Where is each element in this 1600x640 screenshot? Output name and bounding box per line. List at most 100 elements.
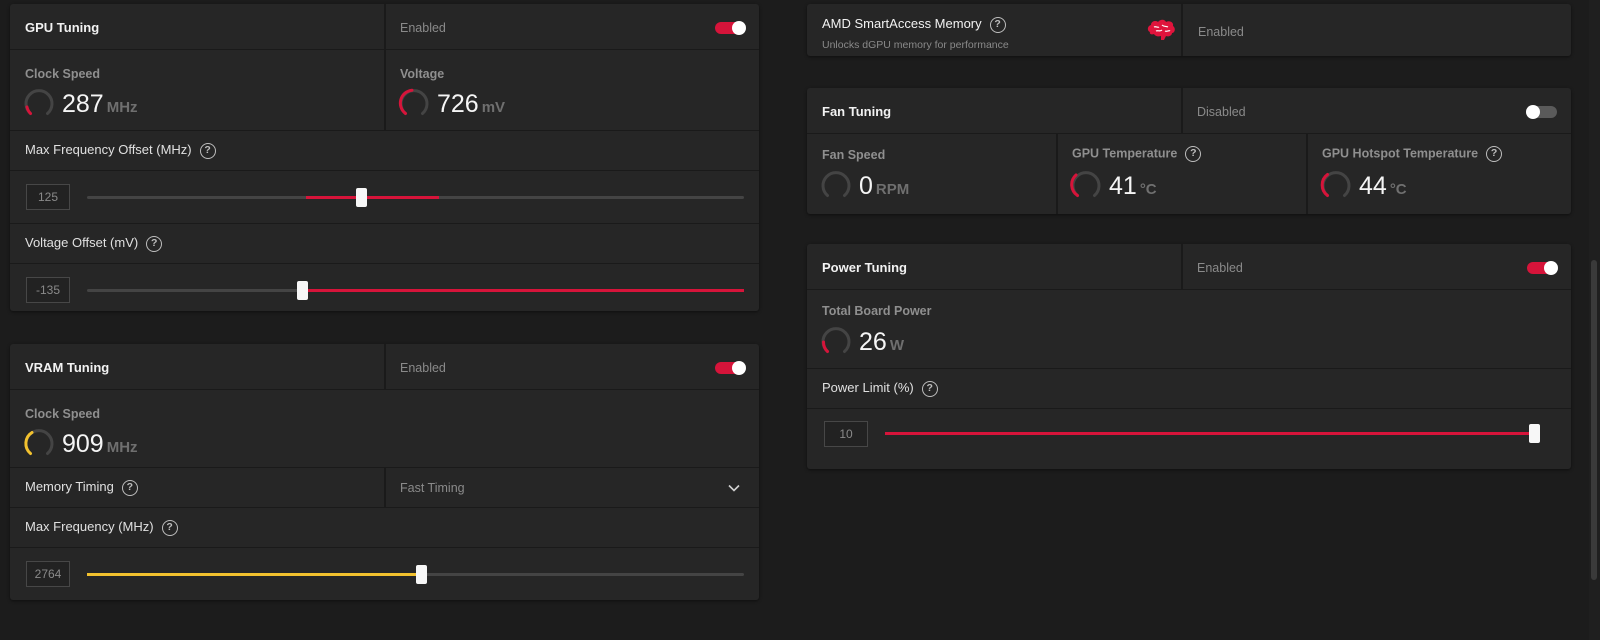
power-tuning-toggle[interactable] xyxy=(1527,261,1558,275)
memory-timing-row: Memory Timing? Fast Timing xyxy=(10,468,759,508)
gpu-hotspot-temperature-label: GPU Hotspot Temperature? xyxy=(1322,146,1503,162)
divider xyxy=(384,4,386,49)
max-frequency-offset-input[interactable]: 125 xyxy=(26,184,70,210)
gpu-voltage-unit: mV xyxy=(481,99,506,116)
fan-speed-unit: RPM xyxy=(875,181,910,198)
vram-tuning-state: Enabled xyxy=(400,361,446,375)
fan-speed-number: 0 xyxy=(859,172,873,200)
help-icon[interactable]: ? xyxy=(989,16,1006,33)
max-frequency-fill xyxy=(87,573,422,576)
board-power-unit: W xyxy=(889,337,904,354)
max-frequency-label: Max Frequency (MHz)? xyxy=(25,519,178,536)
max-frequency-thumb[interactable] xyxy=(416,565,427,584)
gpu-hotspot-temperature-number: 44 xyxy=(1359,172,1387,200)
max-frequency-offset-slider[interactable] xyxy=(87,196,744,199)
divider xyxy=(384,50,386,130)
fan-tuning-state: Disabled xyxy=(1197,105,1246,119)
gpu-tuning-title: GPU Tuning xyxy=(25,20,100,35)
power-tuning-title: Power Tuning xyxy=(822,260,907,275)
max-frequency-row: Max Frequency (MHz)? xyxy=(10,508,759,548)
toggle-knob xyxy=(732,361,746,375)
max-frequency-offset-slider-row: 125 xyxy=(10,171,759,224)
vram-clock-number: 909 xyxy=(62,430,104,458)
gpu-tuning-panel: GPU Tuning Enabled Clock Speed 287 MHz Vo… xyxy=(10,4,759,311)
gpu-clock-label: Clock Speed xyxy=(25,67,101,81)
gpu-tuning-state: Enabled xyxy=(400,21,446,35)
voltage-offset-fill xyxy=(302,289,744,292)
gpu-hotspot-temperature-unit: °C xyxy=(1389,181,1407,198)
voltage-offset-row: Voltage Offset (mV)? xyxy=(10,224,759,264)
power-limit-thumb[interactable] xyxy=(1529,424,1540,443)
gpu-hotspot-temperature-text: GPU Hotspot Temperature xyxy=(1322,146,1479,161)
fan-tuning-panel: Fan Tuning Disabled Fan Speed 0 RPM GPU T… xyxy=(807,88,1571,214)
power-limit-text: Power Limit (%) xyxy=(822,380,914,395)
memory-timing-text: Memory Timing xyxy=(25,479,114,494)
power-limit-input[interactable]: 10 xyxy=(824,421,868,447)
gpu-temperature-text: GPU Temperature xyxy=(1072,146,1178,161)
help-icon[interactable]: ? xyxy=(121,479,138,496)
max-frequency-offset-fill xyxy=(306,196,439,199)
vram-tuning-panel: VRAM Tuning Enabled Clock Speed 909 MHz M… xyxy=(10,344,759,600)
power-tuning-panel: Power Tuning Enabled Total Board Power 2… xyxy=(807,244,1571,469)
gpu-clock-number: 287 xyxy=(62,90,104,118)
power-limit-row: Power Limit (%)? xyxy=(807,369,1571,409)
fan-metrics-row: Fan Speed 0 RPM GPU Temperature? 41 °C GPU… xyxy=(807,134,1571,214)
vram-tuning-header: VRAM Tuning Enabled xyxy=(10,344,759,390)
smart-access-panel: AMD SmartAccess Memory? Unlocks dGPU mem… xyxy=(807,4,1571,56)
scrollbar[interactable] xyxy=(1589,0,1600,640)
gpu-voltage-value: 726 mV xyxy=(437,90,505,119)
fan-speed-label: Fan Speed xyxy=(822,148,886,162)
total-board-power-label: Total Board Power xyxy=(822,304,932,318)
toggle-knob xyxy=(1544,261,1558,275)
scrollbar-thumb[interactable] xyxy=(1591,260,1597,580)
vram-tuning-title: VRAM Tuning xyxy=(25,360,110,375)
help-icon[interactable]: ? xyxy=(921,380,938,397)
gpu-temperature-label: GPU Temperature? xyxy=(1072,146,1202,162)
gpu-temperature-unit: °C xyxy=(1139,181,1157,198)
vram-tuning-toggle[interactable] xyxy=(715,361,746,375)
memory-timing-select[interactable]: Fast Timing xyxy=(386,468,759,508)
voltage-offset-thumb[interactable] xyxy=(297,281,308,300)
max-frequency-input[interactable]: 2764 xyxy=(26,561,70,587)
help-icon[interactable]: ? xyxy=(146,235,163,252)
gpu-clock-value: 287 MHz xyxy=(62,90,138,119)
memory-timing-label: Memory Timing? xyxy=(25,479,138,496)
gpu-temperature-number: 41 xyxy=(1109,172,1137,200)
gpu-voltage-gauge-icon xyxy=(398,88,429,115)
gpu-temperature-value: 41 °C xyxy=(1109,172,1157,201)
voltage-offset-slider[interactable] xyxy=(87,289,744,292)
divider xyxy=(384,344,386,389)
gpu-voltage-label: Voltage xyxy=(400,67,445,81)
smart-access-title: AMD SmartAccess Memory xyxy=(822,16,982,31)
vram-metrics-row: Clock Speed 909 MHz xyxy=(10,390,759,468)
help-icon[interactable]: ? xyxy=(199,142,216,159)
power-tuning-header: Power Tuning Enabled xyxy=(807,244,1571,290)
divider xyxy=(1056,134,1058,214)
memory-timing-selected: Fast Timing xyxy=(400,481,465,495)
power-metrics-row: Total Board Power 26 W xyxy=(807,290,1571,369)
max-frequency-offset-thumb[interactable] xyxy=(356,188,367,207)
gpu-voltage-number: 726 xyxy=(437,90,479,118)
help-icon[interactable]: ? xyxy=(1185,146,1202,162)
toggle-knob xyxy=(1526,105,1540,119)
help-icon[interactable]: ? xyxy=(161,519,178,536)
board-power-value: 26 W xyxy=(859,328,904,357)
smart-access-state: Enabled xyxy=(1198,25,1244,39)
brain-icon xyxy=(1147,19,1175,40)
vram-clock-unit: MHz xyxy=(106,439,138,456)
power-limit-fill xyxy=(885,432,1534,435)
divider xyxy=(1181,88,1183,133)
smart-access-subtitle: Unlocks dGPU memory for performance xyxy=(822,39,1009,51)
voltage-offset-input[interactable]: -135 xyxy=(26,277,70,303)
gpu-tuning-toggle[interactable] xyxy=(715,21,746,35)
max-frequency-offset-text: Max Frequency Offset (MHz) xyxy=(25,142,192,157)
gpu-clock-gauge-icon xyxy=(24,89,54,115)
vram-clock-label: Clock Speed xyxy=(25,407,101,421)
voltage-offset-text: Voltage Offset (mV) xyxy=(25,235,139,250)
max-frequency-offset-row: Max Frequency Offset (MHz)? xyxy=(10,131,759,171)
fan-tuning-header: Fan Tuning Disabled xyxy=(807,88,1571,134)
help-icon[interactable]: ? xyxy=(1486,146,1503,162)
toggle-knob xyxy=(732,21,746,35)
fan-tuning-toggle[interactable] xyxy=(1526,105,1557,119)
power-limit-slider[interactable] xyxy=(885,432,1534,435)
